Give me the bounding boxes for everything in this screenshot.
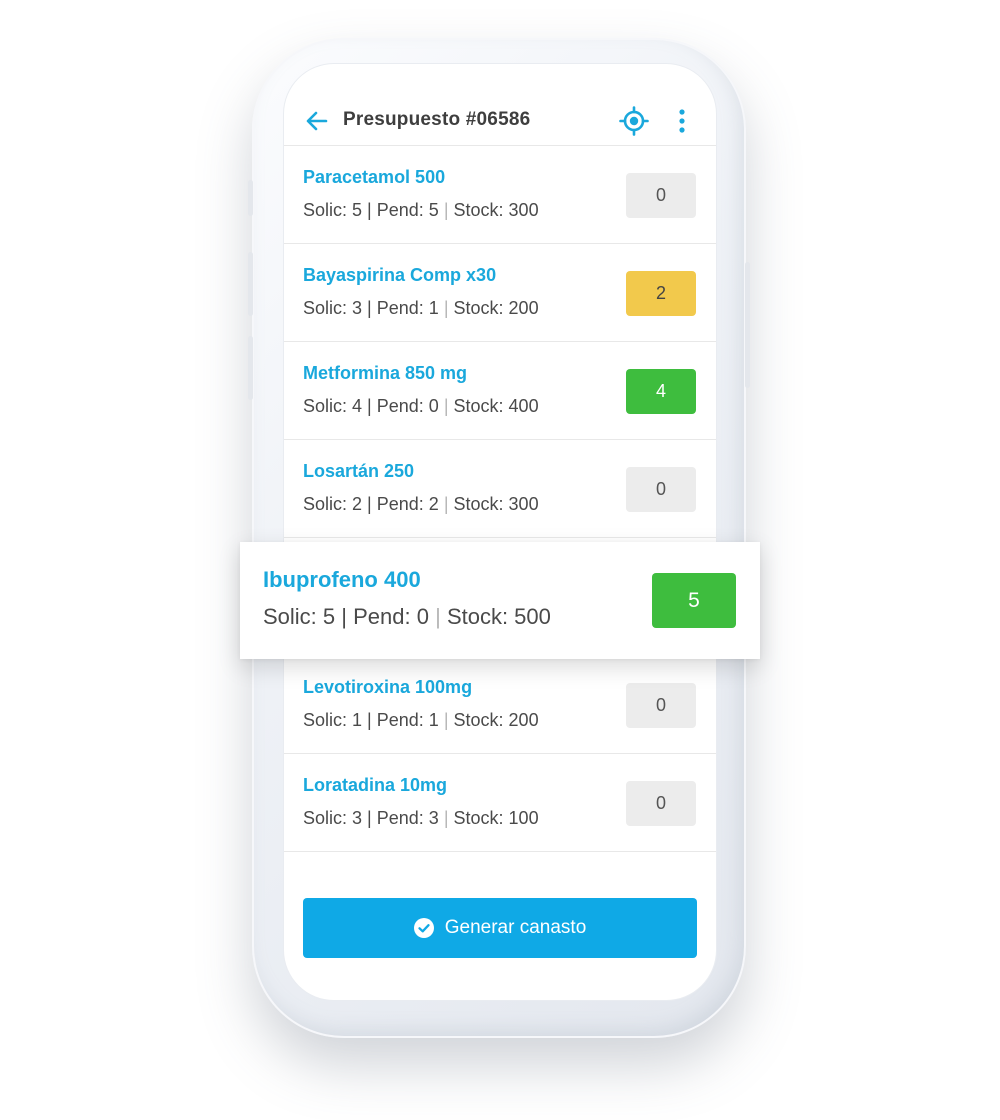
- list-item[interactable]: Bayaspirina Comp x30 Solic: 3 | Pend: 1 …: [284, 244, 716, 342]
- item-solic: Solic: 3: [303, 298, 363, 318]
- item-pend: Pend: 1: [376, 710, 439, 730]
- separator: |: [443, 494, 449, 514]
- more-vertical-icon[interactable]: [671, 108, 693, 134]
- item-pend: Pend: 5: [376, 200, 439, 220]
- list-item[interactable]: Loratadina 10mg Solic: 3 | Pend: 3 | Sto…: [284, 754, 716, 852]
- item-name: Levotiroxina 100mg: [303, 677, 473, 697]
- quantity-input[interactable]: 5: [652, 573, 736, 628]
- list-item[interactable]: Paracetamol 500 Solic: 5 | Pend: 5 | Sto…: [284, 146, 716, 244]
- item-meta: Solic: 1 | Pend: 1 | Stock: 200: [303, 710, 539, 731]
- separator: |: [367, 808, 372, 828]
- separator: |: [443, 200, 449, 220]
- item-stock: Stock: 400: [453, 396, 539, 416]
- phone-volume-up-button: [248, 252, 253, 316]
- item-solic: Solic: 5: [303, 200, 363, 220]
- separator: |: [367, 710, 372, 730]
- separator: |: [367, 298, 372, 318]
- item-pend: Pend: 1: [376, 298, 439, 318]
- item-name: Ibuprofeno 400: [263, 567, 421, 592]
- page-title: Presupuesto #06586: [343, 109, 531, 130]
- quantity-input[interactable]: 0: [626, 781, 696, 826]
- separator: |: [443, 808, 449, 828]
- item-meta: Solic: 5 | Pend: 5 | Stock: 300: [303, 200, 539, 221]
- item-stock: Stock: 300: [453, 200, 539, 220]
- phone-side-button: [248, 180, 253, 216]
- item-name: Bayaspirina Comp x30: [303, 265, 497, 285]
- item-meta: Solic: 2 | Pend: 2 | Stock: 300: [303, 494, 539, 515]
- separator: |: [367, 494, 372, 514]
- app-header: Presupuesto #06586: [284, 64, 716, 146]
- item-stock: Stock: 300: [453, 494, 539, 514]
- quantity-input[interactable]: 0: [626, 173, 696, 218]
- app-screen: Presupuesto #06586 Paracetamol 500 Solic…: [284, 64, 716, 1000]
- quantity-input[interactable]: 2: [626, 271, 696, 316]
- item-pend: Pend: 3: [376, 808, 439, 828]
- item-stock: Stock: 200: [453, 710, 539, 730]
- item-solic: Solic: 4: [303, 396, 363, 416]
- item-pend: Pend: 0: [353, 604, 429, 629]
- phone-power-button: [745, 262, 750, 388]
- item-name: Metformina 850 mg: [303, 363, 468, 383]
- item-meta: Solic: 4 | Pend: 0 | Stock: 400: [303, 396, 539, 417]
- list-item[interactable]: Metformina 850 mg Solic: 4 | Pend: 0 | S…: [284, 342, 716, 440]
- item-stock: Stock: 100: [453, 808, 539, 828]
- separator: |: [443, 298, 449, 318]
- separator: |: [435, 604, 441, 629]
- highlighted-list-item[interactable]: Ibuprofeno 400 Solic: 5 | Pend: 0 | Stoc…: [240, 542, 760, 659]
- item-meta: Solic: 3 | Pend: 1 | Stock: 200: [303, 298, 539, 319]
- generate-basket-label: Generar canasto: [444, 917, 587, 938]
- item-name: Loratadina 10mg: [303, 775, 448, 795]
- separator: |: [367, 200, 372, 220]
- item-solic: Solic: 2: [303, 494, 363, 514]
- item-name: Losartán 250: [303, 461, 415, 481]
- target-icon[interactable]: [619, 106, 649, 136]
- phone-volume-down-button: [248, 336, 253, 400]
- generate-basket-button[interactable]: Generar canasto: [303, 898, 697, 958]
- item-solic: Solic: 3: [303, 808, 363, 828]
- item-solic: Solic: 5: [263, 604, 336, 629]
- separator: |: [341, 604, 347, 629]
- quantity-input[interactable]: 4: [626, 369, 696, 414]
- item-pend: Pend: 0: [376, 396, 439, 416]
- item-meta: Solic: 3 | Pend: 3 | Stock: 100: [303, 808, 539, 829]
- quantity-input[interactable]: 0: [626, 683, 696, 728]
- item-name: Paracetamol 500: [303, 167, 446, 187]
- item-stock: Stock: 500: [446, 604, 551, 629]
- separator: |: [443, 396, 449, 416]
- item-pend: Pend: 2: [376, 494, 439, 514]
- separator: |: [367, 396, 372, 416]
- list-item[interactable]: Losartán 250 Solic: 2 | Pend: 2 | Stock:…: [284, 440, 716, 538]
- check-circle-icon: [413, 918, 434, 938]
- item-solic: Solic: 1: [303, 710, 363, 730]
- item-meta: Solic: 5 | Pend: 0 | Stock: 500: [263, 604, 551, 630]
- quantity-input[interactable]: 0: [626, 467, 696, 512]
- separator: |: [443, 710, 449, 730]
- list-item[interactable]: Levotiroxina 100mg Solic: 1 | Pend: 1 | …: [284, 656, 716, 754]
- item-stock: Stock: 200: [453, 298, 539, 318]
- arrow-left-icon[interactable]: [304, 108, 330, 134]
